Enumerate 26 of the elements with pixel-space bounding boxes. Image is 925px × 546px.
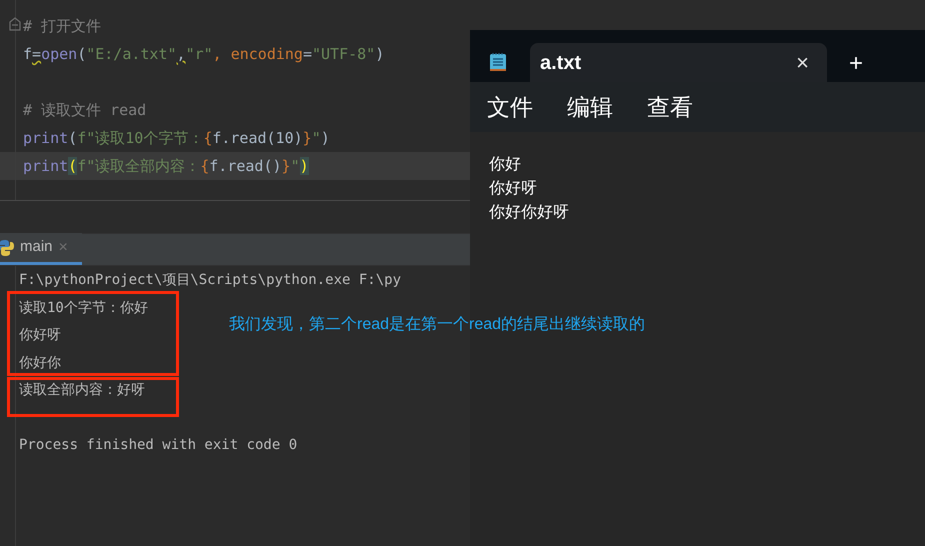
annotation-text: 我们发现，第二个read是在第一个read的结尾出继续读取的 [229,314,646,335]
fold-icon[interactable] [9,17,21,31]
code-line: f=open("E:/a.txt","r", encoding="UTF-8") [23,44,384,65]
file-tab[interactable]: a.txt × [530,43,827,82]
code-line: # 打开文件 [23,16,102,37]
notepad-icon [490,52,506,72]
text-line: 你好 [489,155,521,175]
text-line: 你好你好呀 [489,203,569,223]
text-line: 你好呀 [489,179,537,199]
code-line: print(f"读取10个字节：{f.read(10)}") [23,128,330,149]
code-line: print(f"读取全部内容：{f.read()}") [23,156,309,177]
code-line: # 读取文件 read [23,100,146,121]
menu-item[interactable]: 文件 [487,90,533,124]
run-tab-label: main [20,237,53,258]
console-line: F:\pythonProject\项目\Scripts\python.exe F:\py [19,271,402,290]
close-icon[interactable]: × [796,52,809,74]
console-line: 读取10个字节：你好 [19,298,148,318]
console-line: 你好呀 [19,326,61,346]
console-line: 你好你 [19,354,61,373]
console-line: 读取全部内容：好呀 [19,381,145,400]
python-icon [0,238,14,256]
menu-item[interactable]: 查看 [647,90,693,124]
console-line: Process finished with exit code 0 [19,436,298,455]
menu-item[interactable]: 编辑 [567,90,613,124]
run-tab[interactable]: main × [0,233,82,265]
new-tab-button[interactable]: + [849,52,864,76]
